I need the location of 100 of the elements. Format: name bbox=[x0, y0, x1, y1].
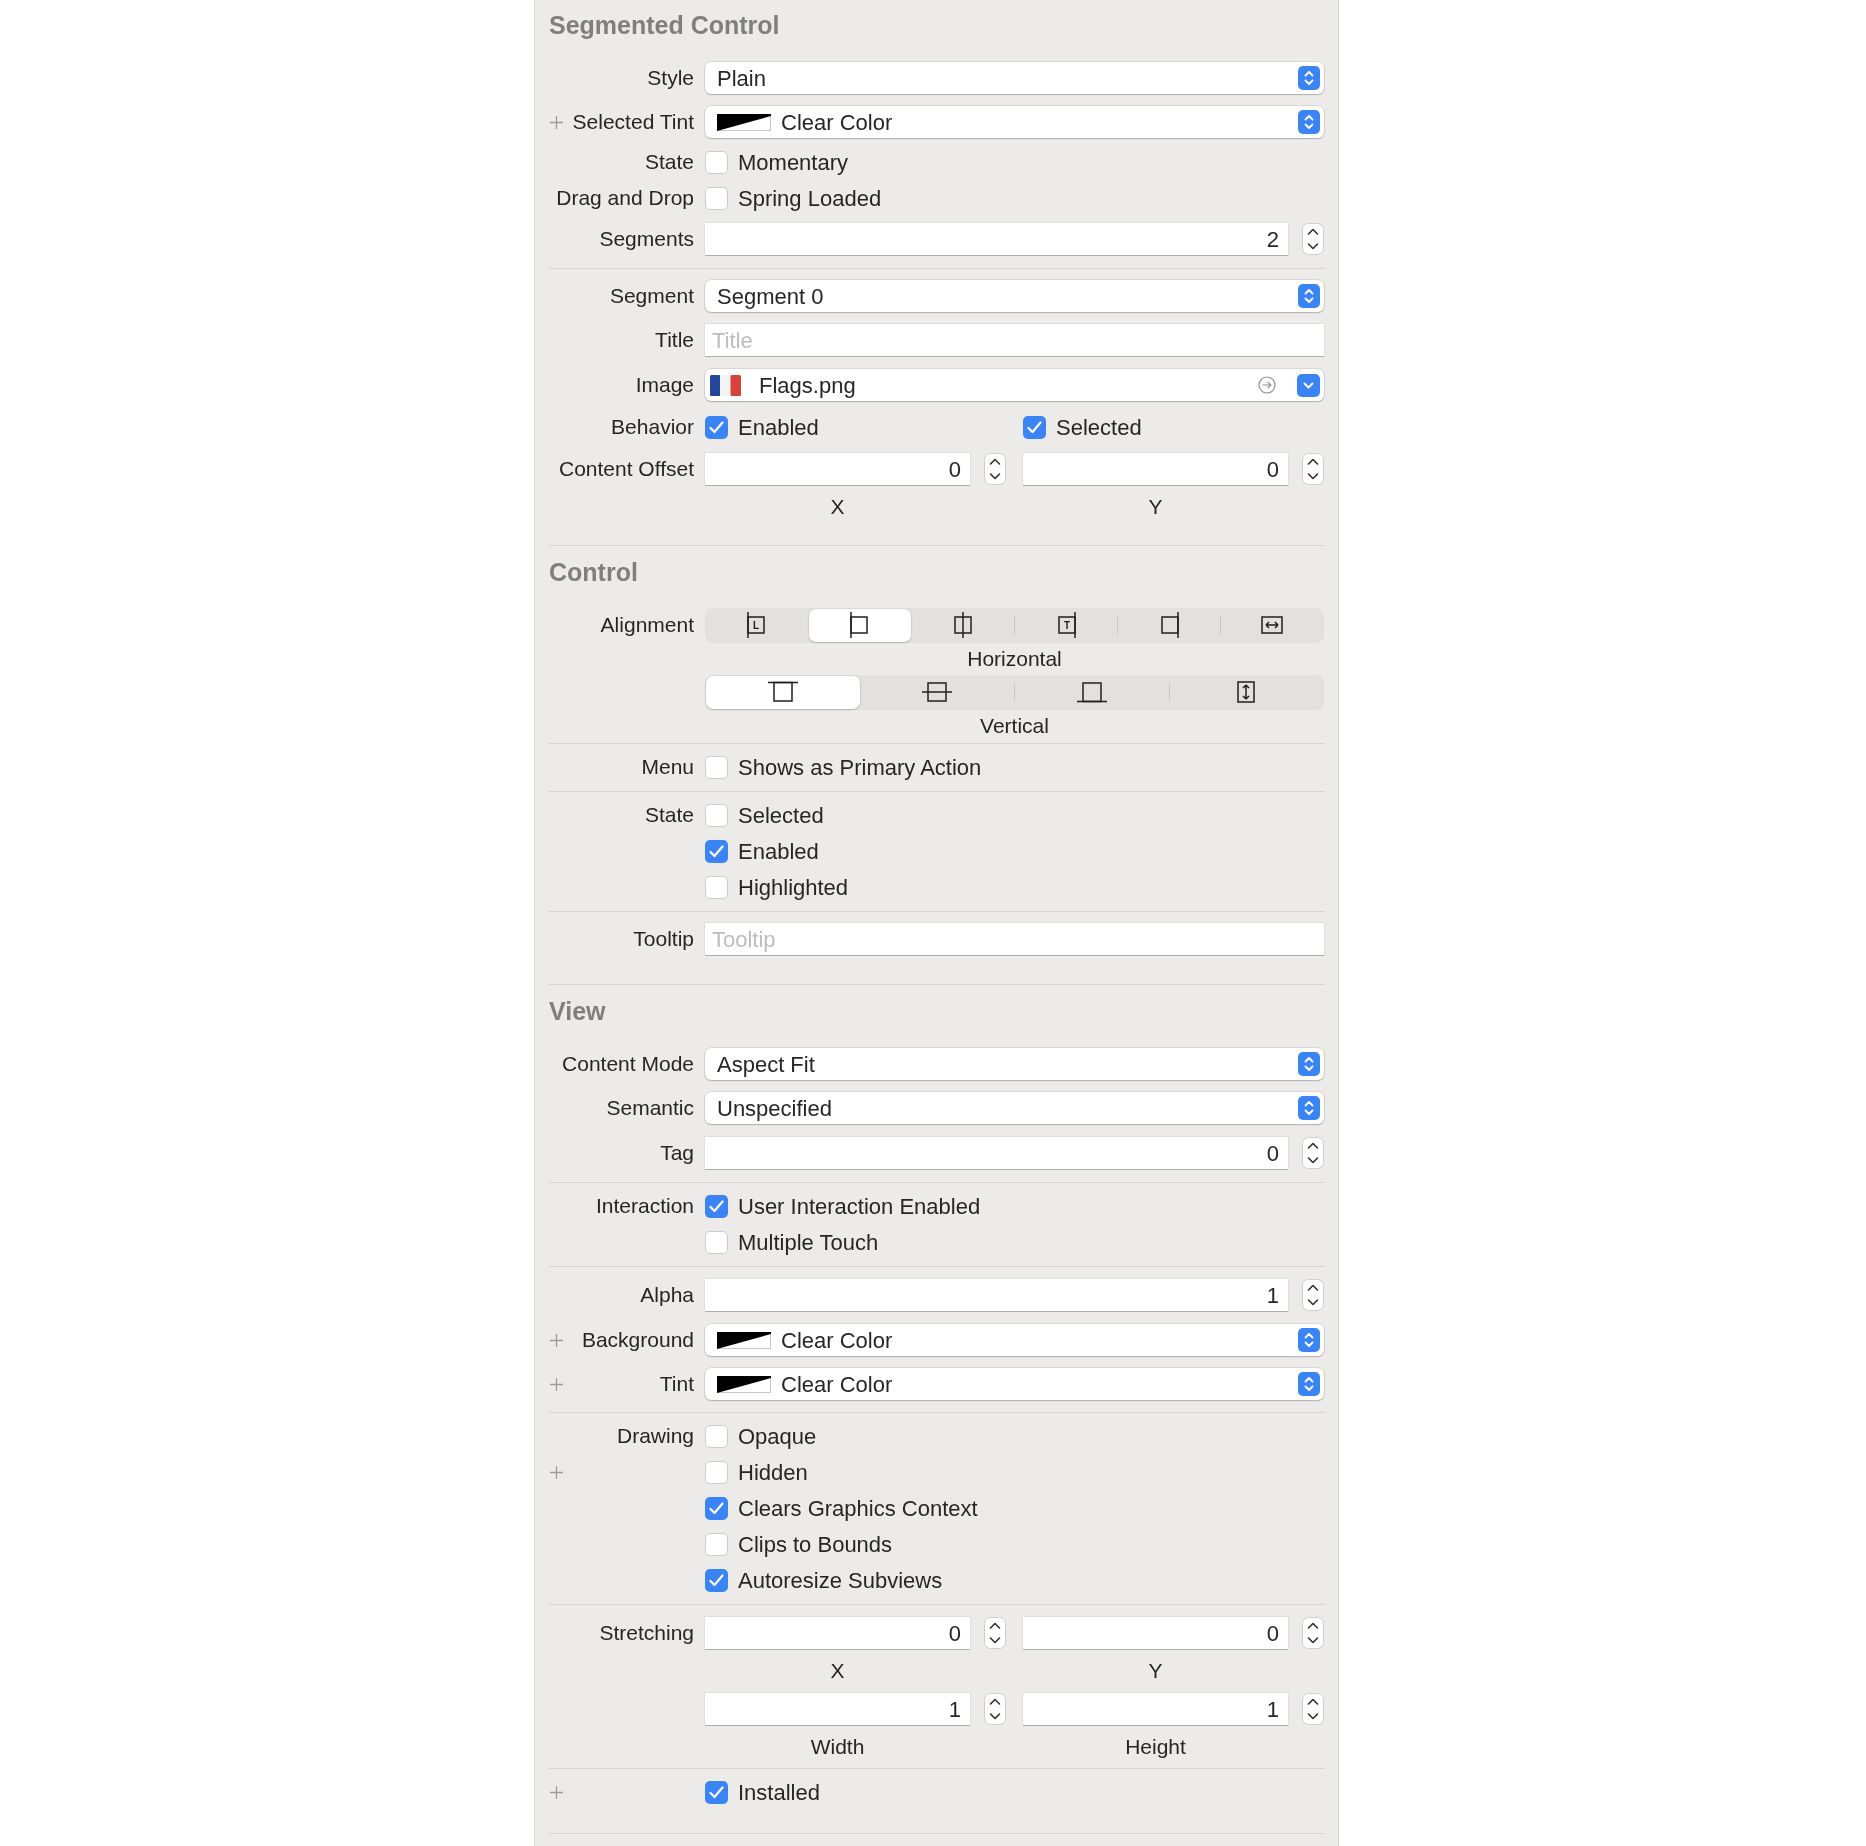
field-label: Drawing bbox=[616, 1423, 694, 1450]
stepper[interactable] bbox=[1302, 1279, 1324, 1311]
checkmark-icon bbox=[1027, 420, 1042, 434]
field-caption: Width bbox=[810, 1734, 865, 1761]
stepper[interactable] bbox=[1302, 1137, 1324, 1169]
chevron-up-down-icon[interactable] bbox=[1298, 1096, 1320, 1120]
segment-caption: Horizontal bbox=[967, 645, 1062, 672]
stepper[interactable] bbox=[984, 1617, 1006, 1649]
checkbox[interactable] bbox=[705, 1230, 728, 1254]
color-dropdown[interactable]: Clear Color bbox=[705, 106, 1324, 138]
alignment-segment[interactable] bbox=[706, 675, 860, 709]
field-label: Style bbox=[647, 65, 694, 92]
arrow-circle-icon[interactable] bbox=[1258, 376, 1276, 394]
checkmark-icon bbox=[709, 1573, 724, 1587]
field-label: Tag bbox=[660, 1140, 694, 1167]
segment-caption: Vertical bbox=[980, 712, 1049, 739]
number-field[interactable]: 1 bbox=[705, 1693, 970, 1725]
checkbox-label[interactable]: Installed bbox=[738, 1775, 820, 1809]
checkbox-label[interactable]: Highlighted bbox=[738, 870, 849, 904]
checkbox[interactable] bbox=[705, 875, 728, 899]
top-align-icon bbox=[767, 681, 798, 703]
clear-color-swatch-icon bbox=[717, 1375, 771, 1393]
chevron-up-down-icon[interactable] bbox=[1298, 1372, 1320, 1396]
checkbox-label[interactable]: Clears Graphics Context bbox=[738, 1491, 978, 1525]
checkbox[interactable] bbox=[705, 803, 728, 827]
alignment-segment[interactable] bbox=[809, 608, 911, 642]
stepper[interactable] bbox=[984, 1693, 1006, 1725]
checkmark-icon bbox=[709, 844, 724, 858]
checkbox-label[interactable]: Enabled bbox=[738, 834, 819, 868]
dropdown[interactable]: Unspecified bbox=[705, 1092, 1324, 1124]
checkbox-label[interactable]: Opaque bbox=[738, 1419, 817, 1453]
color-dropdown[interactable]: Clear Color bbox=[705, 1324, 1324, 1356]
checkbox-label[interactable]: User Interaction Enabled bbox=[738, 1189, 981, 1223]
checkbox-label[interactable]: Spring Loaded bbox=[738, 181, 882, 215]
number-field[interactable]: 0 bbox=[705, 1137, 1288, 1169]
checkbox-label[interactable]: Selected bbox=[1056, 410, 1142, 444]
chevron-down-icon[interactable] bbox=[1297, 373, 1320, 397]
field-label: Image bbox=[635, 372, 694, 399]
checkbox-label[interactable]: Clips to Bounds bbox=[738, 1527, 893, 1561]
alignment-segment[interactable]: L bbox=[706, 608, 808, 642]
checkbox[interactable] bbox=[705, 1424, 728, 1448]
flag-icon bbox=[710, 374, 741, 396]
checkbox[interactable] bbox=[705, 1460, 728, 1484]
number-field[interactable]: 2 bbox=[705, 223, 1288, 255]
checkbox-label[interactable]: Shows as Primary Action bbox=[738, 750, 982, 784]
checkbox[interactable] bbox=[705, 150, 728, 174]
number-field[interactable]: 1 bbox=[1023, 1693, 1288, 1725]
checkbox[interactable] bbox=[705, 1496, 728, 1520]
dropdown[interactable]: Plain bbox=[705, 62, 1324, 94]
plus-icon[interactable] bbox=[550, 1465, 563, 1479]
checkmark-icon bbox=[709, 1501, 724, 1515]
checkbox-label[interactable]: Autoresize Subviews bbox=[738, 1563, 943, 1597]
checkbox[interactable] bbox=[705, 839, 728, 863]
checkbox[interactable] bbox=[705, 1568, 728, 1592]
dropdown[interactable]: Aspect Fit bbox=[705, 1048, 1324, 1080]
plus-icon[interactable] bbox=[550, 1333, 563, 1347]
stepper[interactable] bbox=[1302, 1693, 1324, 1725]
section-title: Control bbox=[549, 558, 639, 586]
number-field[interactable]: 1 bbox=[705, 1279, 1288, 1311]
checkbox-label[interactable]: Multiple Touch bbox=[738, 1225, 879, 1259]
chevron-up-down-icon[interactable] bbox=[1298, 66, 1320, 90]
field-label: Tint bbox=[659, 1371, 694, 1398]
stepper[interactable] bbox=[1302, 453, 1324, 485]
image-combo-box[interactable]: Flags.png bbox=[705, 369, 1324, 401]
checkbox[interactable] bbox=[705, 1194, 728, 1218]
checkbox-label[interactable]: Enabled bbox=[738, 410, 819, 444]
checkbox[interactable] bbox=[705, 186, 728, 210]
plus-icon[interactable] bbox=[550, 115, 563, 129]
checkbox[interactable] bbox=[705, 1780, 728, 1804]
field-caption: X bbox=[830, 1658, 845, 1685]
alignment-segment[interactable]: T bbox=[1015, 608, 1117, 642]
number-field[interactable]: 0 bbox=[705, 453, 970, 485]
chevron-up-down-icon[interactable] bbox=[1298, 284, 1320, 308]
field-label: Tooltip bbox=[633, 926, 694, 953]
field-label: Menu bbox=[641, 754, 694, 781]
plus-icon[interactable] bbox=[550, 1785, 563, 1799]
field-caption: Y bbox=[1148, 1658, 1163, 1685]
checkbox[interactable] bbox=[705, 1532, 728, 1556]
stepper[interactable] bbox=[1302, 1617, 1324, 1649]
number-field[interactable]: 0 bbox=[1023, 1617, 1288, 1649]
checkbox[interactable] bbox=[705, 415, 728, 439]
chevron-up-down-icon[interactable] bbox=[1298, 110, 1320, 134]
checkbox[interactable] bbox=[1023, 415, 1046, 439]
checkbox-label[interactable]: Hidden bbox=[738, 1455, 808, 1489]
chevron-up-down-icon[interactable] bbox=[1298, 1328, 1320, 1352]
dropdown[interactable]: Segment 0 bbox=[705, 280, 1324, 312]
stepper[interactable] bbox=[984, 453, 1006, 485]
chevron-up-down-icon[interactable] bbox=[1298, 1052, 1320, 1076]
field-label: Segments bbox=[599, 226, 694, 253]
stepper[interactable] bbox=[1302, 223, 1324, 255]
field-label: Alignment bbox=[600, 612, 694, 639]
field-label: Segment bbox=[609, 283, 694, 310]
checkbox[interactable] bbox=[705, 755, 728, 779]
checkbox-label[interactable]: Selected bbox=[738, 798, 824, 832]
checkbox-label[interactable]: Momentary bbox=[738, 145, 849, 179]
plus-icon[interactable] bbox=[550, 1377, 563, 1391]
field-label: State bbox=[644, 149, 694, 176]
color-dropdown[interactable]: Clear Color bbox=[705, 1368, 1324, 1400]
number-field[interactable]: 0 bbox=[1023, 453, 1288, 485]
number-field[interactable]: 0 bbox=[705, 1617, 970, 1649]
